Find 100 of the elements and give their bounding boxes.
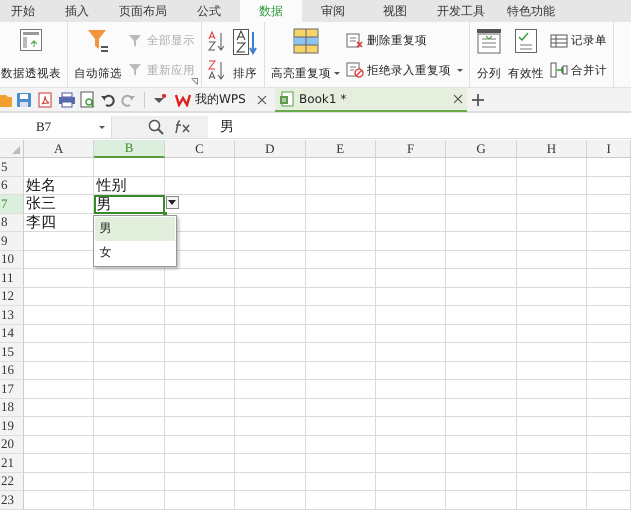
column-header[interactable]: E bbox=[306, 140, 376, 158]
row-header[interactable]: 18 bbox=[0, 398, 24, 417]
row-header[interactable]: 7 bbox=[0, 195, 24, 214]
pdf-icon[interactable] bbox=[36, 90, 54, 108]
row-header[interactable]: 5 bbox=[0, 158, 24, 176]
ribbon-button[interactable]: 合并计 bbox=[549, 60, 608, 80]
dropdown-option[interactable]: 女 bbox=[95, 240, 176, 264]
column-header[interactable]: F bbox=[376, 140, 446, 158]
row-header[interactable]: 12 bbox=[0, 288, 24, 306]
row-header[interactable]: 19 bbox=[0, 417, 24, 436]
table-cell bbox=[306, 269, 376, 288]
table-cell bbox=[376, 417, 446, 436]
table-highlight-icon bbox=[292, 28, 318, 54]
table-cell: 姓名 bbox=[24, 176, 94, 195]
function-icon[interactable] bbox=[174, 120, 192, 134]
ribbon-button[interactable]: 分列 bbox=[475, 26, 503, 85]
table-cell bbox=[446, 232, 517, 250]
close-icon[interactable] bbox=[453, 94, 463, 104]
menu-tab[interactable]: 开发工具 bbox=[426, 0, 496, 22]
table-cell bbox=[587, 306, 631, 324]
menu-tab[interactable]: 视图 bbox=[364, 0, 426, 22]
table-cell bbox=[306, 324, 376, 343]
row-header[interactable]: 23 bbox=[0, 491, 24, 510]
table-cell bbox=[94, 158, 165, 176]
table-cell bbox=[164, 436, 236, 454]
formula-input[interactable]: 男 bbox=[208, 116, 631, 138]
table-cell bbox=[376, 269, 446, 288]
table-cell bbox=[94, 288, 165, 306]
print-icon[interactable] bbox=[58, 92, 76, 108]
table-cell bbox=[164, 417, 236, 436]
document-tab[interactable]: 我的WPS bbox=[171, 88, 271, 112]
active-cell[interactable]: 男 bbox=[94, 195, 165, 214]
table-cell bbox=[446, 436, 517, 454]
table-cell bbox=[587, 232, 631, 250]
column-header[interactable]: H bbox=[516, 140, 588, 158]
ribbon-button[interactable]: 有效性 bbox=[507, 26, 545, 85]
save-icon[interactable] bbox=[16, 92, 32, 108]
ribbon-button[interactable]: 删除重复项 bbox=[345, 30, 464, 51]
table-cell bbox=[235, 176, 306, 195]
table-cell bbox=[94, 362, 165, 380]
table-cell bbox=[516, 232, 588, 250]
dialog-launcher-icon[interactable] bbox=[191, 78, 198, 85]
menu-tab[interactable]: 页面布局 bbox=[108, 0, 178, 22]
table-cell bbox=[446, 417, 517, 436]
row-header[interactable]: 16 bbox=[0, 362, 24, 380]
menu-tab[interactable]: 审阅 bbox=[302, 0, 364, 22]
ribbon-button[interactable]: 排序 bbox=[231, 26, 259, 85]
table-cell bbox=[446, 306, 517, 324]
ribbon-button[interactable]: 高亮重复项 bbox=[270, 26, 341, 85]
table-cell bbox=[516, 288, 588, 306]
sort-descending-icon[interactable] bbox=[207, 59, 227, 82]
add-tab-icon[interactable] bbox=[471, 92, 485, 106]
menu-tab[interactable]: 数据 bbox=[240, 0, 302, 22]
ribbon-button[interactable]: 拒绝录入重复项 bbox=[345, 60, 464, 80]
table-cell bbox=[587, 380, 631, 398]
column-header[interactable]: G bbox=[446, 140, 517, 158]
document-tab[interactable]: Book1 * bbox=[275, 88, 467, 112]
menu-tab[interactable]: 特色功能 bbox=[496, 0, 566, 22]
table-cell bbox=[24, 436, 94, 454]
table-cell bbox=[446, 362, 517, 380]
row-header[interactable]: 13 bbox=[0, 306, 24, 324]
ribbon-button[interactable]: 数据透视表 bbox=[0, 26, 62, 85]
close-icon[interactable] bbox=[257, 94, 267, 104]
column-header[interactable]: A bbox=[24, 140, 94, 158]
table-cell bbox=[164, 380, 236, 398]
row-header[interactable]: 6 bbox=[0, 176, 24, 195]
table-cell bbox=[516, 491, 588, 510]
table-cell bbox=[24, 269, 94, 288]
row-header[interactable]: 8 bbox=[0, 214, 24, 232]
menu-tab[interactable]: 开始 bbox=[0, 0, 46, 22]
column-header[interactable]: I bbox=[587, 140, 631, 158]
row-header[interactable]: 11 bbox=[0, 269, 24, 288]
row-header[interactable]: 17 bbox=[0, 380, 24, 398]
table-cell bbox=[376, 288, 446, 306]
dropdown-option[interactable]: 男 bbox=[95, 216, 176, 240]
table-cell bbox=[587, 362, 631, 380]
menu-tab[interactable]: 插入 bbox=[46, 0, 108, 22]
ribbon-button[interactable]: 记录单 bbox=[549, 31, 608, 50]
row-header[interactable]: 10 bbox=[0, 250, 24, 269]
table-cell bbox=[587, 436, 631, 454]
sort-ascending-icon[interactable] bbox=[207, 30, 227, 52]
row-header[interactable]: 22 bbox=[0, 472, 24, 491]
column-header[interactable]: B bbox=[94, 140, 165, 158]
column-header[interactable]: C bbox=[164, 140, 236, 158]
table-cell bbox=[24, 454, 94, 472]
ribbon-button[interactable]: 自动筛选 bbox=[73, 26, 123, 85]
column-header[interactable]: D bbox=[235, 140, 306, 158]
row-header[interactable]: 20 bbox=[0, 436, 24, 454]
row-header[interactable]: 15 bbox=[0, 343, 24, 362]
row-header[interactable]: 14 bbox=[0, 324, 24, 343]
table-cell bbox=[164, 343, 236, 362]
dropdown-button[interactable] bbox=[166, 196, 179, 209]
table-cell bbox=[94, 436, 165, 454]
menu-tab[interactable]: 公式 bbox=[178, 0, 240, 22]
table-cell bbox=[235, 232, 306, 250]
print-preview-icon[interactable] bbox=[80, 90, 96, 108]
row-header[interactable]: 9 bbox=[0, 232, 24, 250]
split-columns-icon bbox=[476, 28, 502, 54]
zoom-icon[interactable] bbox=[148, 119, 164, 135]
row-header[interactable]: 21 bbox=[0, 454, 24, 472]
